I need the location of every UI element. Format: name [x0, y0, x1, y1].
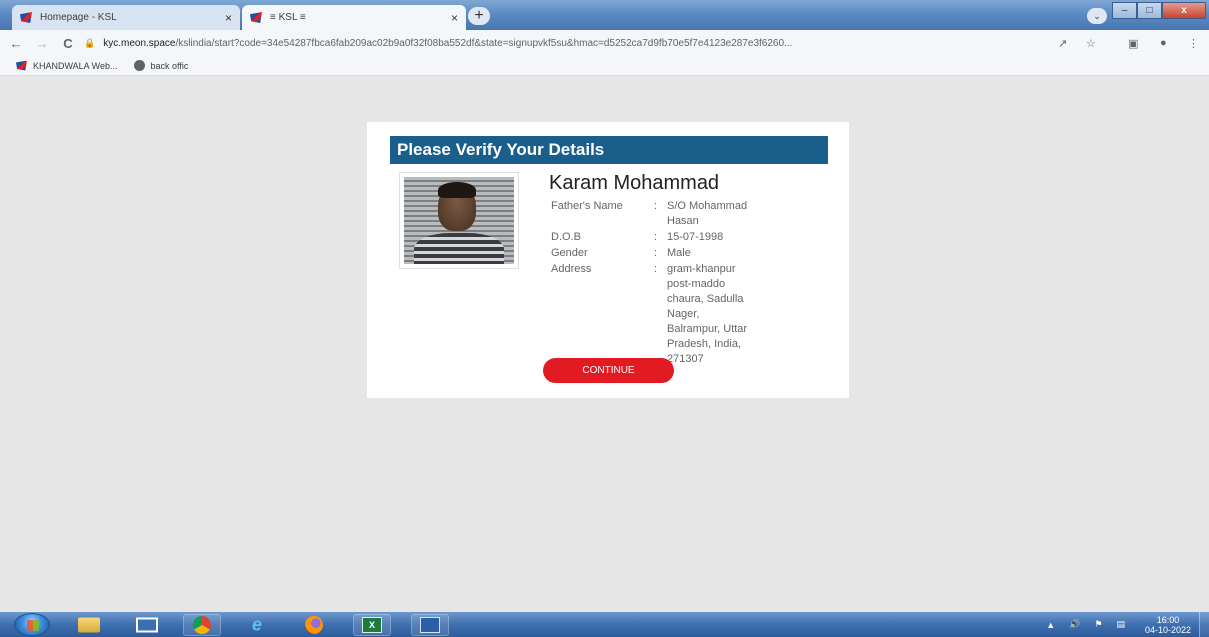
- volume-icon[interactable]: 🔊: [1069, 619, 1080, 630]
- detail-key: Gender: [551, 247, 588, 259]
- ksl-favicon-icon: [250, 12, 262, 23]
- bookmark-label: KHANDWALA Web...: [33, 60, 118, 71]
- detail-value: S/O Mohammad Hasan: [667, 200, 748, 227]
- detail-separator: :: [654, 263, 658, 275]
- clock[interactable]: 16:00 04-10-2022: [1145, 615, 1191, 635]
- detail-separator: :: [654, 247, 658, 259]
- ksl-favicon-icon: [20, 12, 32, 23]
- tray-arrow-icon[interactable]: ▲: [1046, 620, 1055, 630]
- browser-toolbar: ← → C 🔒 kyc.meon.space /kslindia/start?c…: [0, 30, 1209, 56]
- taskbar-window[interactable]: [128, 614, 166, 636]
- tab-search-button[interactable]: ⌄: [1087, 8, 1107, 24]
- taskbar-firefox[interactable]: [295, 614, 333, 636]
- chevron-down-icon: ⌄: [1093, 11, 1101, 21]
- taskbar-explorer[interactable]: [70, 614, 108, 636]
- window-close-button[interactable]: x: [1162, 2, 1206, 19]
- window-controls: – □ x: [1112, 2, 1206, 19]
- detail-key: Address: [551, 263, 592, 275]
- detail-value: 15-07-1998: [667, 231, 724, 243]
- taskbar-app[interactable]: [411, 614, 449, 636]
- windows-taskbar: e X ▲ 🔊 ⚑ ▤ 16:00 04-10-2022: [0, 612, 1209, 637]
- customer-name: Karam Mohammad: [549, 172, 720, 194]
- clock-date: 04-10-2022: [1144, 624, 1191, 635]
- bookmark-star-icon[interactable]: ☆: [1086, 37, 1096, 50]
- clock-time: 16:00: [1156, 614, 1180, 625]
- new-tab-button[interactable]: +: [468, 7, 490, 25]
- back-button[interactable]: ←: [6, 36, 26, 51]
- taskbar-chrome[interactable]: [183, 614, 221, 636]
- verify-details-card: Please Verify Your Details Karam Mohamma…: [367, 122, 849, 398]
- bookmarks-bar: KHANDWALA Web... back offic: [0, 56, 1209, 76]
- show-desktop-button[interactable]: [1199, 612, 1209, 637]
- reload-button[interactable]: C: [58, 36, 78, 51]
- detail-separator: :: [654, 200, 658, 212]
- tab-close-icon[interactable]: ×: [225, 11, 232, 25]
- folder-icon: [78, 617, 100, 633]
- tab-homepage[interactable]: Homepage - KSL ×: [12, 5, 240, 30]
- lock-icon: 🔒: [84, 37, 96, 48]
- excel-icon: X: [362, 617, 382, 633]
- detail-separator: :: [654, 231, 658, 243]
- tab-ksl[interactable]: ≡ KSL ≡ ×: [242, 5, 466, 30]
- detail-value: Male: [667, 247, 691, 259]
- taskbar-ie[interactable]: e: [238, 614, 276, 636]
- chrome-icon: [193, 616, 211, 634]
- forward-button[interactable]: →: [32, 36, 52, 51]
- url-path: /kslindia/start?code=34e54287fbca6fab209…: [175, 37, 793, 49]
- detail-row-address: Address : gram-khanpur post-maddo chaura…: [551, 262, 755, 367]
- sidepanel-icon[interactable]: ▣: [1128, 37, 1138, 50]
- profile-photo: [399, 172, 519, 269]
- document-icon: [420, 617, 440, 633]
- continue-button[interactable]: CONTINUE: [543, 358, 674, 383]
- detail-row-fathers-name: Father's Name : S/O Mohammad Hasan: [551, 199, 755, 229]
- detail-row-gender: Gender : Male: [551, 246, 755, 261]
- person-photo-icon: [404, 177, 514, 264]
- profile-icon[interactable]: ●: [1160, 37, 1167, 49]
- menu-icon[interactable]: ⋮: [1188, 37, 1199, 50]
- address-bar[interactable]: 🔒 kyc.meon.space /kslindia/start?code=34…: [84, 33, 1074, 53]
- tab-label: Homepage - KSL: [40, 12, 117, 23]
- flag-icon[interactable]: ⚑: [1094, 619, 1102, 630]
- tab-label: ≡ KSL ≡: [270, 12, 306, 23]
- browser-tab-strip: Homepage - KSL × ≡ KSL ≡ × + ⌄ – □ x: [0, 0, 1209, 30]
- tab-close-icon[interactable]: ×: [451, 11, 458, 25]
- system-tray: ▲ 🔊 ⚑ ▤ 16:00 04-10-2022: [1046, 612, 1191, 637]
- window-icon: [136, 617, 158, 633]
- bookmark-khandwala[interactable]: KHANDWALA Web...: [16, 60, 118, 71]
- ksl-favicon-icon: [16, 60, 27, 71]
- firefox-icon: [305, 616, 323, 634]
- bookmark-label: back offic: [150, 60, 189, 71]
- start-button[interactable]: [14, 613, 50, 636]
- taskbar-excel[interactable]: X: [353, 614, 391, 636]
- url-host: kyc.meon.space: [103, 37, 176, 49]
- details-list: Father's Name : S/O Mohammad Hasan D.O.B…: [551, 199, 755, 368]
- maximize-button[interactable]: □: [1137, 2, 1162, 19]
- internet-explorer-icon: e: [251, 614, 263, 635]
- minimize-button[interactable]: –: [1112, 2, 1137, 19]
- detail-key: Father's Name: [551, 200, 623, 212]
- card-title: Please Verify Your Details: [390, 136, 828, 164]
- network-icon[interactable]: ▤: [1116, 619, 1125, 630]
- detail-key: D.O.B: [551, 231, 581, 243]
- detail-value: gram-khanpur post-maddo chaura, Sadulla …: [667, 263, 748, 365]
- globe-icon: [133, 60, 145, 71]
- bookmark-back-office[interactable]: back offic: [133, 60, 189, 71]
- share-icon[interactable]: ↗: [1058, 37, 1067, 50]
- detail-row-dob: D.O.B : 15-07-1998: [551, 230, 755, 245]
